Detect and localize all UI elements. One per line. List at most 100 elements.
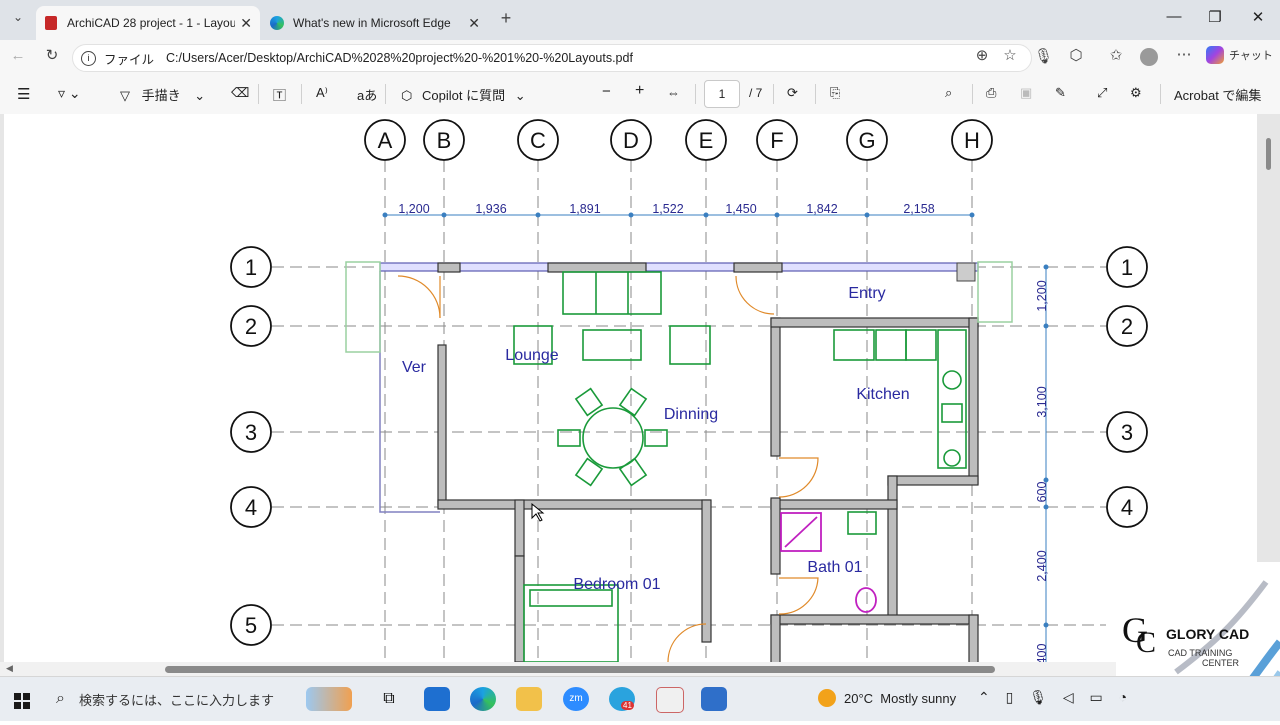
dimension-label: 1,936 <box>475 202 506 216</box>
tab-edge-news[interactable]: What's new in Microsoft Edge ✕ <box>262 6 488 40</box>
rotate-icon[interactable]: ⟳ <box>787 85 798 101</box>
task-view-icon[interactable]: ⧉ <box>376 687 402 711</box>
page-number-input[interactable]: 1 <box>704 80 740 108</box>
tab-pdf[interactable]: ArchiCAD 28 project - 1 - Layouts.pdf ✕ <box>36 6 260 40</box>
room-label-bedroom: Bedroom 01 <box>573 576 660 593</box>
draw-label: 手描き <box>141 88 181 103</box>
contents-icon[interactable]: ☰ <box>17 85 30 103</box>
page-view-icon[interactable]: ⎘ <box>830 85 840 101</box>
search-icon[interactable]: ⌕ <box>945 85 952 101</box>
dimension-label: 600 <box>1035 482 1049 503</box>
copilot-button[interactable]: チャット <box>1206 46 1273 64</box>
edge-taskbar-icon[interactable] <box>470 687 496 711</box>
grid-label-b: B <box>437 128 452 153</box>
windows-taskbar: ⌕ 検索するには、ここに入力します ⧉ zm 41 20°C Mostly su… <box>0 676 1280 721</box>
text-box-icon[interactable]: 🅃 <box>273 85 286 104</box>
grid-label-5: 5 <box>245 613 257 638</box>
chevron-down-icon: ⌄ <box>514 88 526 103</box>
settings-icon[interactable]: ⚙ <box>1130 85 1142 101</box>
eraser-icon[interactable]: ⌫ <box>231 85 249 101</box>
grid-label-c: C <box>530 128 546 153</box>
zoom-in-icon[interactable]: + <box>635 82 644 100</box>
taskbar-search[interactable]: ⌕ 検索するには、ここに入力します <box>44 677 364 721</box>
grid-label-e: E <box>699 128 714 153</box>
copilot-ask-button[interactable]: ⬡ Copilot に質問 ⌄ <box>401 85 526 104</box>
dimension-label: 3,100 <box>1035 386 1049 417</box>
chevron-down-icon: ⌄ <box>194 88 206 103</box>
tab-actions-icon[interactable]: ⌄ <box>8 10 28 24</box>
outlook-icon[interactable] <box>424 687 450 711</box>
room-label-entry: Entry <box>848 285 885 302</box>
window-close-icon[interactable]: ✕ <box>1246 8 1270 26</box>
grid-label-h: H <box>964 128 980 153</box>
dimension-label: 1,842 <box>806 202 837 216</box>
room-label-kitchen: Kitchen <box>856 386 909 403</box>
tab-pdf-label: ArchiCAD 28 project - 1 - Layouts.pdf <box>67 16 235 30</box>
translate-icon[interactable]: aあ <box>357 85 377 104</box>
grid-label-1-right: 1 <box>1121 255 1133 280</box>
snipping-tool-icon[interactable] <box>656 687 684 713</box>
microphone-icon[interactable]: 🎙 <box>1034 47 1053 65</box>
grid-label-3: 3 <box>245 420 257 445</box>
telegram-icon[interactable]: 41 <box>609 687 635 711</box>
vertical-scrollbar[interactable] <box>1266 138 1271 170</box>
grid-label-2: 2 <box>245 314 257 339</box>
search-icon: ⌕ <box>56 690 65 707</box>
dimension-label: 1,891 <box>569 202 600 216</box>
divider <box>1160 84 1161 104</box>
horizontal-scroll-thumb[interactable] <box>165 666 995 673</box>
new-tab-icon[interactable]: + <box>496 8 516 29</box>
windows-start-icon[interactable] <box>14 693 30 709</box>
copilot-ask-label: Copilot に質問 <box>421 88 506 103</box>
grid-label-1: 1 <box>245 255 257 280</box>
zoom-out-icon[interactable]: − <box>602 83 611 100</box>
system-tray-icons[interactable]: ⌃ ▯ 🎙 ◁ ▭ ◔ <box>978 689 1133 706</box>
sun-cloud-icon <box>818 689 836 707</box>
app-icon[interactable] <box>701 687 727 711</box>
dimension-label: 1,200 <box>398 202 429 216</box>
copilot-label: チャット <box>1229 50 1273 62</box>
divider <box>258 84 259 104</box>
fit-width-icon[interactable]: ⇔ <box>667 85 680 100</box>
restore-icon[interactable]: ❐ <box>1203 8 1227 26</box>
taskbar-search-placeholder: 検索するには、ここに入力します <box>78 692 274 708</box>
acrobat-edit-button[interactable]: Acrobat で編集 <box>1174 85 1261 104</box>
tab-close-icon[interactable]: ✕ <box>468 15 480 32</box>
print-icon[interactable]: ⎙ <box>986 85 996 101</box>
tab-close-icon[interactable]: ✕ <box>240 15 252 32</box>
save-as-icon[interactable]: ✎ <box>1055 85 1066 101</box>
weather-widget[interactable]: 20°C Mostly sunny <box>818 689 956 707</box>
favorites-icon[interactable]: ✩ <box>1106 46 1126 64</box>
reload-icon[interactable]: ↻ <box>42 46 62 64</box>
svg-text:C: C <box>1136 626 1156 659</box>
telegram-badge: 41 <box>621 701 634 710</box>
read-aloud-icon[interactable]: A⁾ <box>316 85 328 101</box>
highlight-icon[interactable]: ▿ ⌄ <box>58 85 81 102</box>
dimension-label: 2,400 <box>1035 550 1049 581</box>
grid-label-d: D <box>623 128 639 153</box>
extensions-icon[interactable]: ⬡ <box>1066 46 1086 64</box>
draw-button[interactable]: ▽ 手描き ⌄ <box>120 85 205 104</box>
minimize-icon[interactable]: — <box>1162 8 1186 25</box>
fullscreen-icon[interactable]: ⤢ <box>1097 85 1107 101</box>
edge-icon <box>270 16 284 30</box>
save-icon[interactable]: ▣ <box>1020 85 1032 101</box>
more-icon[interactable]: ⋯ <box>1174 45 1194 63</box>
file-explorer-icon[interactable] <box>516 687 542 711</box>
profile-avatar[interactable] <box>1140 48 1158 66</box>
scroll-left-icon[interactable]: ◀ <box>6 663 13 674</box>
weather-text: 20°C Mostly sunny <box>844 690 957 706</box>
favorite-icon[interactable]: ☆ <box>1000 46 1020 64</box>
pdf-page: A B C D E F G H 1 2 3 4 5 1 2 3 4 1,200 … <box>4 114 1257 662</box>
zoom-app-icon[interactable]: zm <box>563 687 589 711</box>
horizontal-scrollbar[interactable]: ◀ <box>0 662 1280 676</box>
pdf-file-icon <box>45 16 57 30</box>
address-bar: ← ↻ i ファイル C:/Users/Acer/Desktop/ArchiCA… <box>0 40 1280 74</box>
divider <box>385 84 386 104</box>
pdf-viewer[interactable]: A B C D E F G H 1 2 3 4 5 1 2 3 4 1,200 … <box>0 114 1280 662</box>
zoom-icon[interactable]: ⊕ <box>972 46 992 64</box>
url-field[interactable]: i ファイル C:/Users/Acer/Desktop/ArchiCAD%20… <box>72 44 1032 72</box>
room-label-bath: Bath 01 <box>807 559 862 576</box>
grid-label-3-right: 3 <box>1121 420 1133 445</box>
back-icon[interactable]: ← <box>8 47 28 64</box>
